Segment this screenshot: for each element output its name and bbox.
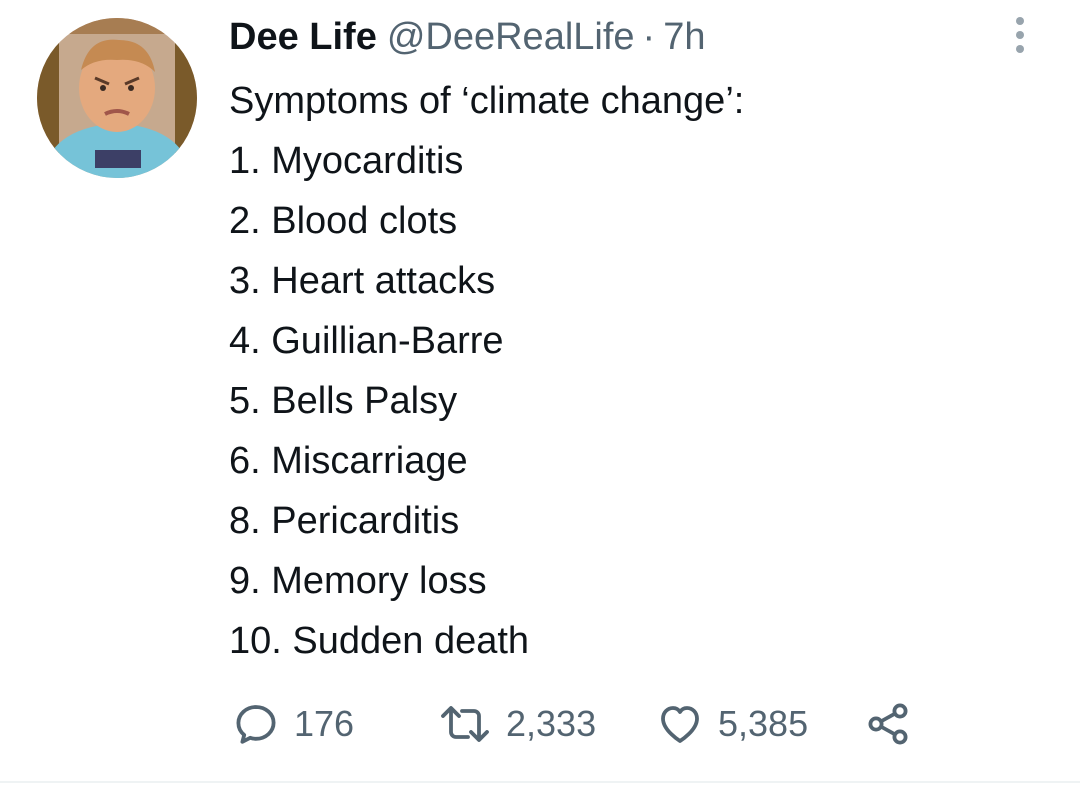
tweet-timestamp[interactable]: 7h xyxy=(663,16,705,59)
more-options-button[interactable] xyxy=(1004,14,1036,56)
reply-button[interactable]: 176 xyxy=(232,696,354,752)
avatar-image xyxy=(37,18,197,178)
like-count: 5,385 xyxy=(718,703,809,744)
tweet-actions: 176 2,333 5,385 xyxy=(232,696,932,752)
more-vertical-icon xyxy=(1016,17,1024,25)
like-button[interactable]: 5,385 xyxy=(656,696,808,752)
tweet-text: Symptoms of ‘climate change’: 1. Myocard… xyxy=(229,71,744,671)
retweet-icon xyxy=(441,706,489,742)
more-vertical-icon xyxy=(1016,45,1024,53)
tweet-text-line: 1. Myocarditis xyxy=(229,140,464,182)
retweet-count: 2,333 xyxy=(506,703,597,744)
tweet-text-line: 9. Memory loss xyxy=(229,560,487,602)
tweet-text-line: 2. Blood clots xyxy=(229,200,458,242)
retweet-button[interactable]: 2,333 xyxy=(438,696,596,752)
tweet-header: Dee Life @DeeRealLife · 7h xyxy=(229,12,705,62)
tweet-text-line: Symptoms of ‘climate change’: xyxy=(229,80,745,122)
reply-icon xyxy=(236,705,276,744)
author-avatar[interactable] xyxy=(37,18,197,178)
share-button[interactable] xyxy=(864,696,912,752)
header-separator: · xyxy=(642,15,656,58)
tweet-divider xyxy=(0,781,1080,783)
tweet-text-line: 5. Bells Palsy xyxy=(229,380,458,422)
tweet-text-line: 4. Guillian-Barre xyxy=(229,320,504,362)
author-name[interactable]: Dee Life xyxy=(229,16,377,59)
more-vertical-icon xyxy=(1016,31,1024,39)
author-handle[interactable]: @DeeRealLife xyxy=(387,16,635,59)
reply-count: 176 xyxy=(294,703,355,744)
share-icon xyxy=(868,703,908,745)
tweet-text-line: 6. Miscarriage xyxy=(229,440,468,482)
heart-icon xyxy=(661,706,699,743)
tweet-text-line: 8. Pericarditis xyxy=(229,500,460,542)
tweet-text-line: 3. Heart attacks xyxy=(229,260,496,302)
tweet-text-line: 10. Sudden death xyxy=(229,620,530,662)
